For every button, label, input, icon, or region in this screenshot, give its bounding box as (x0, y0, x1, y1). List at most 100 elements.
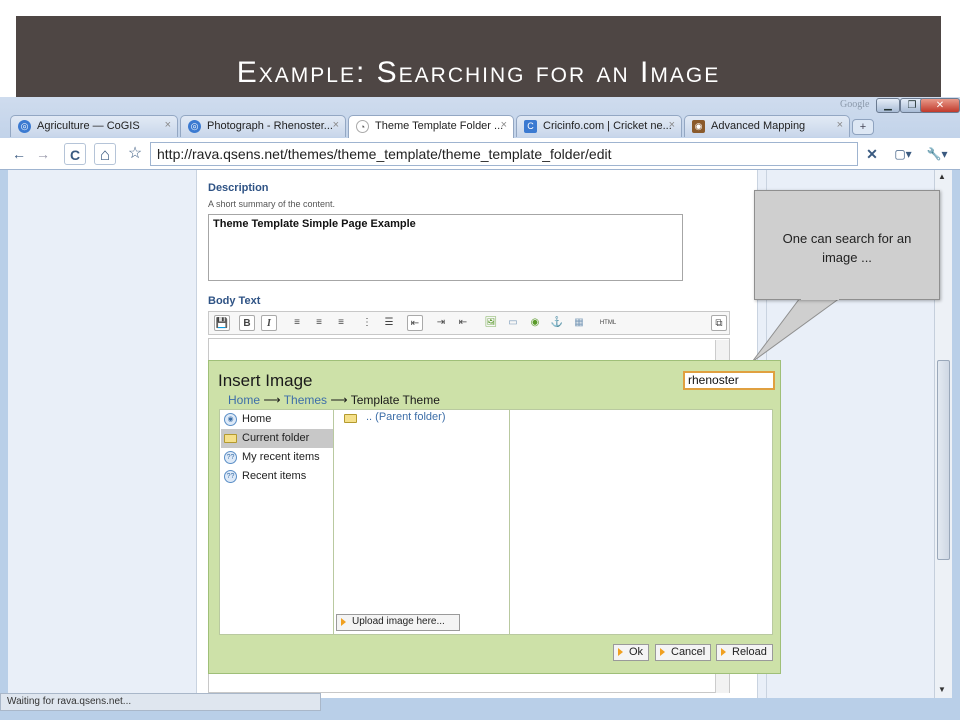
tab-label: Advanced Mapping (711, 120, 806, 132)
new-tab-button[interactable]: + (852, 119, 874, 135)
bold-button[interactable]: B (239, 315, 255, 331)
back-arrow-icon[interactable]: ← (8, 143, 30, 165)
close-window-button[interactable]: ✕ (920, 98, 960, 113)
tab-close-icon[interactable]: × (501, 119, 507, 131)
loading-spinner-icon: ◔ (356, 120, 369, 133)
breadcrumb-home[interactable]: Home (228, 393, 260, 407)
definition-list-icon[interactable]: ⇤ (407, 315, 423, 331)
recent-items-icon: ?? (224, 470, 237, 483)
upload-image-button[interactable]: Upload image here... (336, 614, 460, 631)
arrow-right-icon (721, 648, 726, 656)
parent-folder-link[interactable]: .. (Parent folder) (344, 411, 445, 423)
minimize-button[interactable]: ▁ (876, 98, 900, 113)
nav-item-my-recent-items[interactable]: ?? My recent items (221, 448, 333, 467)
browser-toolbar: ← → C ⌂ ☆ http://rava.qsens.net/themes/t… (0, 138, 960, 170)
align-center-icon[interactable]: ≡ (311, 315, 327, 331)
browser-chrome: Google ▁ ❐ ✕ ◎ Agriculture — CoGIS × ◎ P… (0, 97, 960, 170)
callout-text: One can search for an image ... (782, 231, 912, 265)
mapping-icon: ◉ (692, 120, 705, 133)
save-icon[interactable]: 💾 (214, 315, 230, 331)
external-link-icon[interactable]: ◉ (527, 315, 543, 331)
align-left-icon[interactable]: ≡ (289, 315, 305, 331)
dialog-title: Insert Image (218, 371, 313, 390)
slide-title: Example: Searching for an Image (236, 56, 721, 89)
scroll-thumb[interactable] (937, 360, 950, 560)
arrow-right-icon (341, 618, 346, 626)
tab-close-icon[interactable]: × (333, 119, 339, 131)
preview-pane (510, 410, 772, 634)
tab-theme-template[interactable]: ◔ Theme Template Folder ... × (348, 115, 514, 138)
description-help: A short summary of the content. (208, 199, 336, 209)
align-right-icon[interactable]: ≡ (333, 315, 349, 331)
parent-folder-label: .. (Parent folder) (366, 411, 446, 423)
tab-close-icon[interactable]: × (165, 119, 171, 131)
tab-label: Cricinfo.com | Cricket ne... (543, 120, 672, 132)
tab-advanced-mapping[interactable]: ◉ Advanced Mapping × (684, 115, 850, 137)
body-text-label: Body Text (208, 295, 261, 307)
outdent-icon[interactable]: ⇥ (433, 315, 449, 331)
fullscreen-icon[interactable]: ⧉ (711, 315, 727, 331)
numbered-list-icon[interactable]: ⋮ (359, 315, 375, 331)
italic-button[interactable]: I (261, 315, 277, 331)
breadcrumb-separator: ⟶ (330, 393, 348, 407)
description-textarea[interactable]: Theme Template Simple Page Example (208, 214, 683, 281)
reload-icon[interactable]: C (64, 143, 86, 165)
stop-icon[interactable]: ✕ (861, 143, 883, 165)
image-search-input[interactable]: rhenoster (683, 371, 775, 390)
description-label: Description (208, 182, 269, 194)
tab-photograph[interactable]: ◎ Photograph - Rhenoster... × (180, 115, 346, 137)
globe-icon: ◎ (18, 120, 31, 133)
address-bar[interactable]: http://rava.qsens.net/themes/theme_templ… (150, 142, 858, 166)
tab-close-icon[interactable]: × (837, 119, 843, 131)
cancel-label: Cancel (671, 646, 706, 658)
arrow-right-icon (660, 648, 665, 656)
arrow-right-icon (618, 648, 623, 656)
breadcrumb-themes[interactable]: Themes (284, 393, 327, 407)
nav-item-label: Current folder (242, 432, 310, 444)
insert-image-icon[interactable]: 🖼 (483, 315, 499, 331)
folder-pane: .. (Parent folder) Upload image here... (334, 410, 510, 634)
upload-label: Upload image here... (352, 616, 445, 627)
home-icon[interactable]: ⌂ (94, 143, 116, 165)
scroll-down-arrow-icon[interactable]: ▼ (938, 685, 946, 694)
nav-item-recent-items[interactable]: ?? Recent items (221, 467, 333, 486)
scroll-up-arrow-icon[interactable]: ▲ (938, 172, 946, 181)
dialog-browser-panes: ◉ Home Current folder ?? My recent items… (219, 409, 773, 635)
nav-item-label: My recent items (242, 451, 320, 463)
ok-button[interactable]: Ok (613, 644, 650, 661)
tab-agriculture[interactable]: ◎ Agriculture — CoGIS × (10, 115, 178, 137)
cancel-button[interactable]: Cancel (655, 644, 712, 661)
nav-item-label: Home (242, 413, 272, 425)
ok-label: Ok (629, 646, 644, 658)
bookmark-star-icon[interactable]: ☆ (124, 143, 146, 165)
bullet-list-icon[interactable]: ☰ (381, 315, 397, 331)
wrench-menu-icon[interactable]: 🔧▾ (921, 143, 953, 165)
rich-text-toolbar: 💾 B I ≡ ≡ ≡ ⋮ ☰ ⇤ ⇥ ⇤ 🖼 ▭ ◉ ⚓ ▦ HTML ⧉ (208, 311, 730, 335)
insert-link-icon[interactable]: ▭ (505, 315, 521, 331)
tab-strip: ◎ Agriculture — CoGIS × ◎ Photograph - R… (10, 115, 890, 138)
indent-icon[interactable]: ⇤ (455, 315, 471, 331)
reload-label: Reload (732, 646, 767, 658)
status-bar: Waiting for rava.qsens.net... (0, 693, 321, 711)
tab-label: Theme Template Folder ... (375, 120, 504, 132)
forward-arrow-icon[interactable]: → (32, 143, 54, 165)
folder-icon (224, 434, 237, 443)
cricinfo-icon: C (524, 120, 537, 133)
tab-close-icon[interactable]: × (669, 119, 675, 131)
google-brand: Google (840, 99, 870, 110)
tab-label: Agriculture — CoGIS (37, 120, 140, 132)
breadcrumb-current: Template Theme (350, 393, 440, 407)
slide-title-bar: Example: Searching for an Image (16, 16, 941, 98)
nav-item-home[interactable]: ◉ Home (221, 410, 333, 429)
breadcrumb-separator: ⟶ (263, 393, 281, 407)
tab-cricinfo[interactable]: C Cricinfo.com | Cricket ne... × (516, 115, 682, 137)
folder-icon (344, 414, 357, 423)
page-menu-icon[interactable]: ▢▾ (889, 143, 917, 165)
html-source-button[interactable]: HTML (595, 315, 621, 331)
nav-item-current-folder[interactable]: Current folder (221, 429, 333, 448)
left-panel (8, 170, 196, 698)
anchor-icon[interactable]: ⚓ (549, 315, 565, 331)
reload-button[interactable]: Reload (716, 644, 773, 661)
nav-pane: ◉ Home Current folder ?? My recent items… (220, 410, 334, 634)
table-icon[interactable]: ▦ (571, 315, 587, 331)
